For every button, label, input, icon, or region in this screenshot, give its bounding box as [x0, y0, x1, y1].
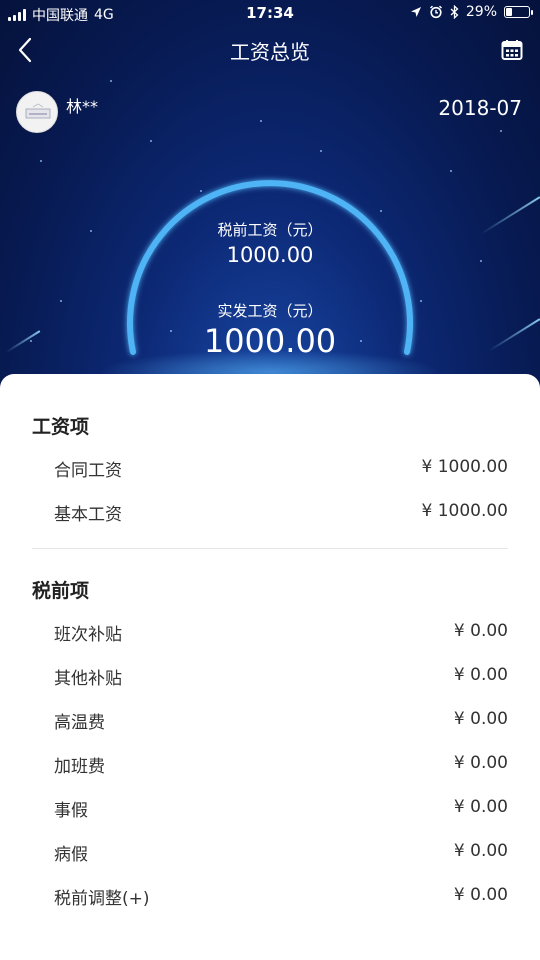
section-divider [32, 548, 508, 549]
item-label: 合同工资 [54, 461, 122, 481]
list-item-other-allowance[interactable]: 其他补贴 ¥ 0.00 [54, 664, 508, 694]
item-value: ¥ 0.00 [453, 797, 508, 817]
item-value: ¥ 0.00 [453, 709, 508, 729]
item-label: 班次补贴 [54, 625, 122, 645]
item-value: ¥ 0.00 [453, 621, 508, 641]
item-label: 高温费 [54, 713, 105, 733]
net-salary-value: 1000.00 [203, 322, 337, 360]
list-item-overtime-pay[interactable]: 加班费 ¥ 0.00 [54, 752, 508, 782]
item-label: 病假 [54, 845, 88, 865]
list-item-high-temp-pay[interactable]: 高温费 ¥ 0.00 [54, 708, 508, 738]
item-label: 其他补贴 [54, 669, 122, 689]
item-label: 基本工资 [54, 505, 122, 525]
item-value: ¥ 0.00 [453, 665, 508, 685]
item-value: ¥ 1000.00 [421, 457, 508, 477]
list-item-pretax-adjustment[interactable]: 税前调整(+) ¥ 0.00 [54, 884, 508, 914]
item-value: ¥ 1000.00 [421, 501, 508, 521]
list-item-sick-leave[interactable]: 病假 ¥ 0.00 [54, 840, 508, 870]
item-label: 事假 [54, 801, 88, 821]
item-label: 加班费 [54, 757, 105, 777]
list-item-shift-allowance[interactable]: 班次补贴 ¥ 0.00 [54, 620, 508, 650]
section-title-salary-items: 工资项 [32, 416, 90, 438]
item-value: ¥ 0.00 [453, 885, 508, 905]
section-title-pretax-items: 税前项 [32, 580, 90, 602]
app-screen: 中国联通 4G 17:34 29% 工资总览 林** 2018-07 税前工资（… [0, 0, 540, 960]
list-item-base-salary[interactable]: 基本工资 ¥ 1000.00 [54, 500, 508, 530]
salary-detail-card: 工资项 合同工资 ¥ 1000.00 基本工资 ¥ 1000.00 税前项 班次… [0, 374, 540, 960]
salary-gauge: 税前工资（元） 1000.00 实发工资（元） 1000.00 [0, 0, 540, 420]
pretax-salary-label: 税前工资（元） [217, 221, 323, 239]
pretax-salary-value: 1000.00 [226, 243, 314, 267]
item-label: 税前调整(+) [54, 889, 150, 909]
list-item-personal-leave[interactable]: 事假 ¥ 0.00 [54, 796, 508, 826]
item-value: ¥ 0.00 [453, 841, 508, 861]
net-salary-label: 实发工资（元） [217, 302, 323, 320]
item-value: ¥ 0.00 [453, 753, 508, 773]
list-item-contract-salary[interactable]: 合同工资 ¥ 1000.00 [54, 456, 508, 486]
